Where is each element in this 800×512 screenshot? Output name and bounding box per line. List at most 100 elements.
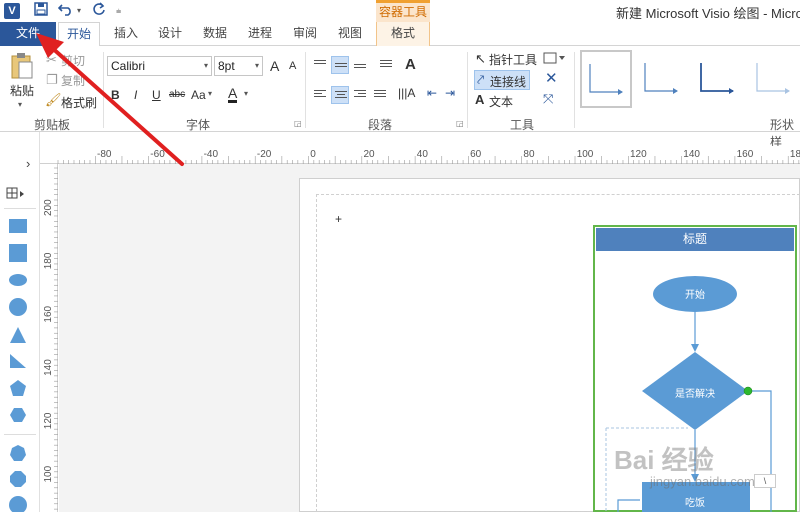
container-title[interactable]: 标题 xyxy=(596,228,794,251)
text-size-a-icon[interactable]: A xyxy=(405,56,416,73)
tab-design[interactable]: 设计 xyxy=(152,22,188,46)
redo-icon[interactable] xyxy=(92,2,106,20)
connector-icon: ⤤ xyxy=(477,72,485,87)
tab-format[interactable]: 格式 xyxy=(376,22,430,46)
strikethrough-button[interactable]: abc xyxy=(169,89,185,100)
copy-button[interactable]: 复制 xyxy=(61,72,85,89)
style-thumb-4[interactable] xyxy=(748,50,800,108)
text-tool-button[interactable]: 文本 xyxy=(489,93,513,110)
octagon-shape[interactable] xyxy=(9,470,27,491)
justify-button[interactable] xyxy=(371,86,389,104)
style-thumb-3[interactable] xyxy=(692,50,744,108)
shrink-font-button[interactable]: A xyxy=(289,60,296,72)
undo-icon[interactable] xyxy=(57,2,74,20)
right-triangle-shape[interactable] xyxy=(9,353,27,372)
shapes-panel: › xyxy=(0,132,40,512)
stencil-menu-icon[interactable] xyxy=(6,187,26,204)
expand-panel-button[interactable]: › xyxy=(26,156,30,171)
visio-app-icon[interactable]: V xyxy=(4,3,20,19)
tab-view[interactable]: 视图 xyxy=(332,22,368,46)
ruler-tick-label: -60 xyxy=(150,149,165,160)
vertical-ruler-ticks: 200 180 160 140 120 100 xyxy=(43,167,58,510)
container-tools-group-label: 容器工具 xyxy=(376,0,430,22)
chevron-down-icon: ▾ xyxy=(203,61,208,70)
tab-data[interactable]: 数据 xyxy=(197,22,233,46)
cut-button[interactable]: 剪切 xyxy=(61,52,85,69)
align-middle-button[interactable] xyxy=(331,56,349,74)
tab-review[interactable]: 审阅 xyxy=(287,22,323,46)
baidu-watermark: Bai 经验 xyxy=(614,445,714,475)
italic-button[interactable]: I xyxy=(134,88,137,102)
decrease-indent-icon[interactable]: ⇤ xyxy=(427,86,437,100)
rectangle-shape-icon[interactable] xyxy=(543,52,565,67)
save-icon[interactable] xyxy=(34,2,48,20)
underline-button[interactable]: U xyxy=(152,88,161,102)
ruler-tick-label: 80 xyxy=(523,149,535,160)
cut-icon: ✂ xyxy=(46,52,57,67)
style-thumb-1[interactable] xyxy=(580,50,632,108)
undo-dropdown-icon[interactable]: ▾ xyxy=(77,2,81,20)
font-name-combobox[interactable]: Calibri ▾ xyxy=(107,56,212,76)
bullets-button[interactable] xyxy=(377,56,395,74)
pentagon-shape[interactable] xyxy=(9,379,27,400)
align-right-button[interactable] xyxy=(351,86,369,104)
triangle-shape[interactable] xyxy=(9,326,27,347)
font-size-combobox[interactable]: 8pt ▾ xyxy=(214,56,263,76)
ruler-tick-label: 140 xyxy=(683,149,700,160)
ruler-tick-label: -40 xyxy=(204,149,219,160)
chevron-down-icon: ▾ xyxy=(254,61,259,70)
style-thumb-2[interactable] xyxy=(636,50,688,108)
align-center-button[interactable] xyxy=(331,86,349,104)
font-name-value: Calibri xyxy=(111,59,146,73)
text-direction-icon[interactable]: |||A xyxy=(398,86,415,100)
rectangle-shape[interactable] xyxy=(9,219,27,233)
ruler-tick-label: -80 xyxy=(97,149,112,160)
align-left-button[interactable] xyxy=(311,86,329,104)
increase-indent-icon[interactable]: ⇥ xyxy=(445,86,455,100)
format-painter-button[interactable]: 格式刷 xyxy=(61,94,97,111)
decagon-shape[interactable] xyxy=(9,496,27,512)
ruler-tick-label: 120 xyxy=(43,412,54,429)
baidu-watermark-url: jingyan.baidu.com xyxy=(650,474,755,489)
connector-tool-button[interactable]: ⤤ 连接线 xyxy=(474,70,530,90)
align-top-button[interactable] xyxy=(311,56,329,74)
font-color-button[interactable]: A xyxy=(228,86,238,103)
pointer-tool-button[interactable]: 指针工具 xyxy=(489,51,537,68)
heptagon-shape[interactable] xyxy=(9,444,27,465)
start-label: 开始 xyxy=(685,290,705,301)
chevron-down-icon: ▾ xyxy=(244,89,249,98)
font-dialog-launcher-icon[interactable]: ◲ xyxy=(294,119,302,128)
group-separator xyxy=(103,52,104,128)
paste-button[interactable]: 粘贴 xyxy=(10,82,34,99)
ruler-tick-label: -20 xyxy=(257,149,272,160)
align-bottom-button[interactable] xyxy=(351,56,369,74)
tab-home[interactable]: 开始 xyxy=(58,22,100,47)
paragraph-dialog-launcher-icon[interactable]: ◲ xyxy=(456,119,464,128)
tab-process[interactable]: 进程 xyxy=(242,22,278,46)
smart-tag-icon[interactable]: \ xyxy=(754,474,776,488)
copy-icon: ❐ xyxy=(46,72,58,87)
group-separator xyxy=(574,52,575,128)
tab-file[interactable]: 文件 xyxy=(0,22,56,46)
square-shape[interactable] xyxy=(9,244,27,262)
align-top-icon xyxy=(314,60,326,70)
horizontal-ruler[interactable]: -80 -60 -40 -20 0 20 40 60 80 100 120 140 160 180 xyxy=(40,146,800,164)
customize-qat-icon[interactable]: ⩧ xyxy=(116,2,121,20)
ellipse-shape[interactable] xyxy=(9,274,27,286)
vertical-ruler[interactable]: 200 180 160 140 120 100 xyxy=(40,164,58,512)
ruler-tick-label: 120 xyxy=(630,149,647,160)
paste-dropdown-icon[interactable]: ▾ xyxy=(18,98,22,112)
tab-insert[interactable]: 插入 xyxy=(108,22,144,46)
ruler-tick-label: 100 xyxy=(577,149,594,160)
paste-icon[interactable] xyxy=(10,52,34,83)
ruler-tick-label: 160 xyxy=(737,149,754,160)
grow-font-button[interactable]: A xyxy=(270,58,279,74)
hexagon-shape[interactable] xyxy=(9,407,27,426)
bold-button[interactable]: B xyxy=(111,88,120,102)
close-x-icon[interactable]: ✕ xyxy=(545,71,558,86)
circle-shape[interactable] xyxy=(9,298,27,316)
change-case-button[interactable]: Aa xyxy=(191,88,206,102)
chevron-down-icon: ▾ xyxy=(208,89,213,98)
connection-point-icon[interactable]: ⤧ xyxy=(543,92,553,106)
paragraph-group-label: 段落 xyxy=(368,118,393,132)
